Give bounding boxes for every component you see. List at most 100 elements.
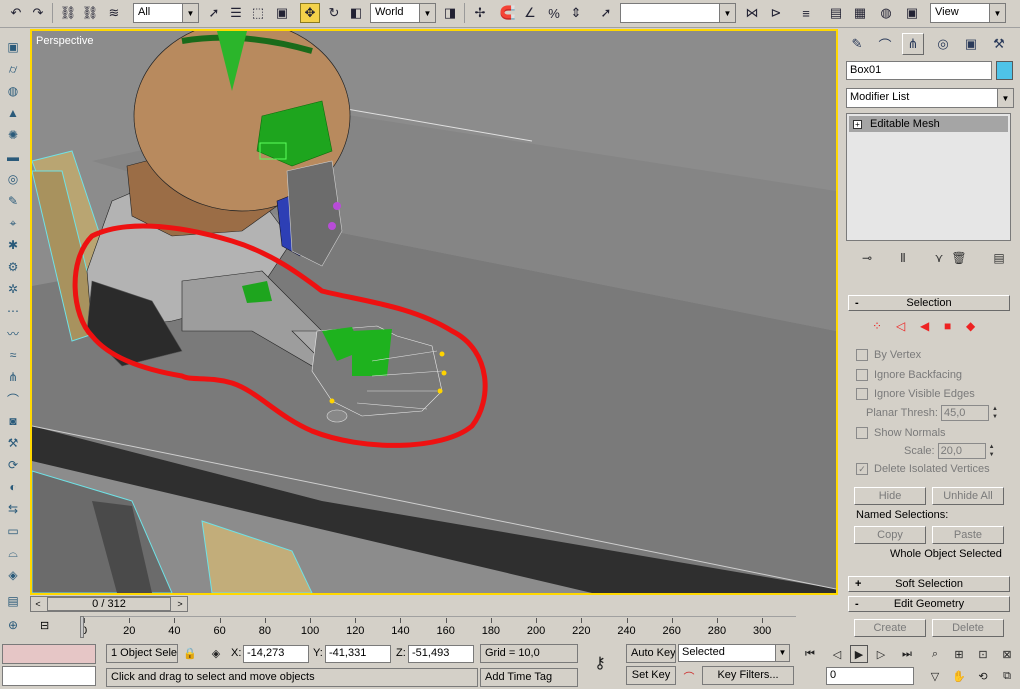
teapot-icon[interactable]: ⌓: [4, 544, 22, 562]
tube-icon[interactable]: ◎: [4, 170, 22, 188]
y-coordinate-field[interactable]: -41,331: [325, 645, 391, 663]
loft-icon[interactable]: ⟳: [4, 456, 22, 474]
time-slider[interactable]: < 0 / 312 >: [30, 596, 188, 612]
zoom-region-icon[interactable]: ⊕: [4, 616, 22, 634]
show-end-result-icon[interactable]: Ⅱ: [894, 249, 912, 267]
select-object-icon[interactable]: ➚: [204, 3, 224, 23]
use-pivot-point-center-icon[interactable]: ◨: [440, 3, 460, 23]
polygon-icon[interactable]: ■: [944, 319, 951, 333]
element-icon[interactable]: ◆: [966, 319, 975, 333]
display-panel-icon[interactable]: ▤: [4, 592, 22, 610]
configure-sets-icon[interactable]: ▤: [990, 249, 1008, 267]
create-button[interactable]: Create: [854, 619, 926, 637]
maxscript-listener[interactable]: [2, 644, 96, 664]
ignore-backfacing-checkbox[interactable]: Ignore Backfacing: [856, 369, 962, 381]
lock-selection-icon[interactable]: 🔒: [181, 644, 199, 662]
bend-icon[interactable]: ⌒: [4, 390, 22, 408]
select-and-link-icon[interactable]: ⛓: [58, 3, 78, 23]
select-and-rotate-icon[interactable]: ↻: [324, 3, 344, 23]
absolute-mode-icon[interactable]: ◈: [207, 644, 225, 662]
shape-icon[interactable]: 〰: [4, 324, 22, 342]
render-icon[interactable]: ◈: [4, 566, 22, 584]
zoom-extents-icon[interactable]: ⊡: [974, 645, 992, 663]
select-and-move-icon[interactable]: ✥: [300, 3, 320, 23]
edge-icon[interactable]: ◁: [896, 319, 905, 333]
vertex-icon[interactable]: ⁘: [872, 319, 882, 333]
scale-value[interactable]: 20,0: [937, 443, 986, 459]
make-unique-icon[interactable]: ⋎: [930, 249, 948, 267]
pan-icon[interactable]: ✋: [950, 667, 968, 685]
utilities-tab-icon[interactable]: ⚒: [988, 33, 1010, 55]
current-frame-field[interactable]: 0: [826, 667, 914, 685]
next-frame-icon[interactable]: >: [173, 597, 187, 611]
key-mode-dropdown[interactable]: Selected ▼: [678, 644, 790, 662]
set-key-curve-icon[interactable]: ⌒: [680, 668, 698, 686]
arc-rotate-icon[interactable]: ⟲: [974, 667, 992, 685]
previous-frame-icon[interactable]: <: [31, 597, 45, 611]
hierarchy-icon[interactable]: ⋔: [4, 368, 22, 386]
go-to-start-icon[interactable]: ⏮: [801, 645, 819, 663]
create-tab-icon[interactable]: ✎: [846, 33, 868, 55]
render-view-dropdown[interactable]: View ▼: [930, 3, 1006, 23]
maximize-viewport-icon[interactable]: ⧉: [998, 667, 1016, 685]
cap-icon[interactable]: ◙: [4, 412, 22, 430]
box-icon[interactable]: ▣: [4, 38, 22, 56]
delete-isolated-checkbox[interactable]: ✓ Delete Isolated Vertices: [856, 463, 990, 475]
spinner-snap-icon[interactable]: ⇕: [566, 3, 586, 23]
go-to-end-icon[interactable]: ⏭: [898, 645, 916, 663]
plane-icon[interactable]: ▬: [4, 148, 22, 166]
edit-named-selection-icon[interactable]: ➚: [596, 3, 616, 23]
paste-button[interactable]: Paste: [932, 526, 1004, 544]
particle-icon[interactable]: ⋯: [4, 302, 22, 320]
stack-item[interactable]: + Editable Mesh: [849, 116, 1008, 132]
unhide-all-button[interactable]: Unhide All: [932, 487, 1004, 505]
sphere-icon[interactable]: ◍: [4, 82, 22, 100]
camera-icon[interactable]: ⌖: [4, 214, 22, 232]
zoom-extents-all-icon[interactable]: ⊠: [998, 645, 1016, 663]
cylinder-icon[interactable]: ⌭: [4, 60, 22, 78]
curve-editor-icon[interactable]: ▤: [826, 3, 846, 23]
add-time-tag-button[interactable]: Add Time Tag: [480, 668, 578, 687]
previous-frame-icon[interactable]: ◁: [828, 645, 846, 663]
set-key-button[interactable]: Set Key: [626, 666, 676, 685]
align-icon[interactable]: ⊳: [766, 3, 786, 23]
modify-tab-icon[interactable]: ⌒: [874, 33, 896, 55]
spinner-arrows-icon[interactable]: ▲ ▼: [987, 443, 997, 459]
viewport-label[interactable]: Perspective: [36, 35, 93, 47]
boolean-icon[interactable]: ◐: [4, 478, 22, 496]
rectangular-selection-icon[interactable]: ⬚: [248, 3, 268, 23]
next-frame-icon[interactable]: ▷: [872, 645, 890, 663]
planar-thresh-value[interactable]: 45,0: [940, 405, 989, 421]
key-filters-button[interactable]: Key Filters...: [702, 666, 794, 685]
selection-filter-dropdown[interactable]: All ▼: [133, 3, 199, 23]
select-and-manipulate-icon[interactable]: ✢: [470, 3, 490, 23]
angle-snap-icon[interactable]: ∠: [520, 3, 540, 23]
field-of-view-icon[interactable]: ▽: [926, 667, 944, 685]
zoom-all-icon[interactable]: ⊞: [950, 645, 968, 663]
timeline-cursor[interactable]: [80, 616, 84, 638]
undo-icon[interactable]: ↶: [6, 3, 26, 23]
helper-icon[interactable]: ✱: [4, 236, 22, 254]
light-icon[interactable]: ✎: [4, 192, 22, 210]
key-icon[interactable]: ⚷: [588, 654, 612, 672]
ignore-visible-edges-checkbox[interactable]: Ignore Visible Edges: [856, 388, 975, 400]
mini-curve-editor-icon[interactable]: ⊟: [40, 619, 49, 632]
snaps-toggle-icon[interactable]: 🧲: [498, 3, 518, 23]
layer-manager-icon[interactable]: ≡: [796, 3, 816, 23]
soft-selection-rollout-header[interactable]: + Soft Selection: [848, 576, 1010, 592]
select-by-name-icon[interactable]: ☰: [226, 3, 246, 23]
selection-rollout-header[interactable]: - Selection: [848, 295, 1010, 311]
redo-icon[interactable]: ↷: [28, 3, 48, 23]
expand-icon[interactable]: +: [853, 119, 862, 129]
pin-stack-icon[interactable]: ⊸: [858, 249, 876, 267]
maxscript-input[interactable]: [2, 666, 96, 686]
mirror-icon[interactable]: ⋈: [742, 3, 762, 23]
hide-button[interactable]: Hide: [854, 487, 926, 505]
reference-coordinate-dropdown[interactable]: World ▼: [370, 3, 436, 23]
material-editor-icon[interactable]: ◍: [876, 3, 896, 23]
z-coordinate-field[interactable]: -51,493: [408, 645, 474, 663]
x-coordinate-field[interactable]: -14,273: [243, 645, 309, 663]
systems-icon[interactable]: ✲: [4, 280, 22, 298]
display-tab-icon[interactable]: ▣: [960, 33, 982, 55]
select-and-scale-icon[interactable]: ◧: [346, 3, 366, 23]
